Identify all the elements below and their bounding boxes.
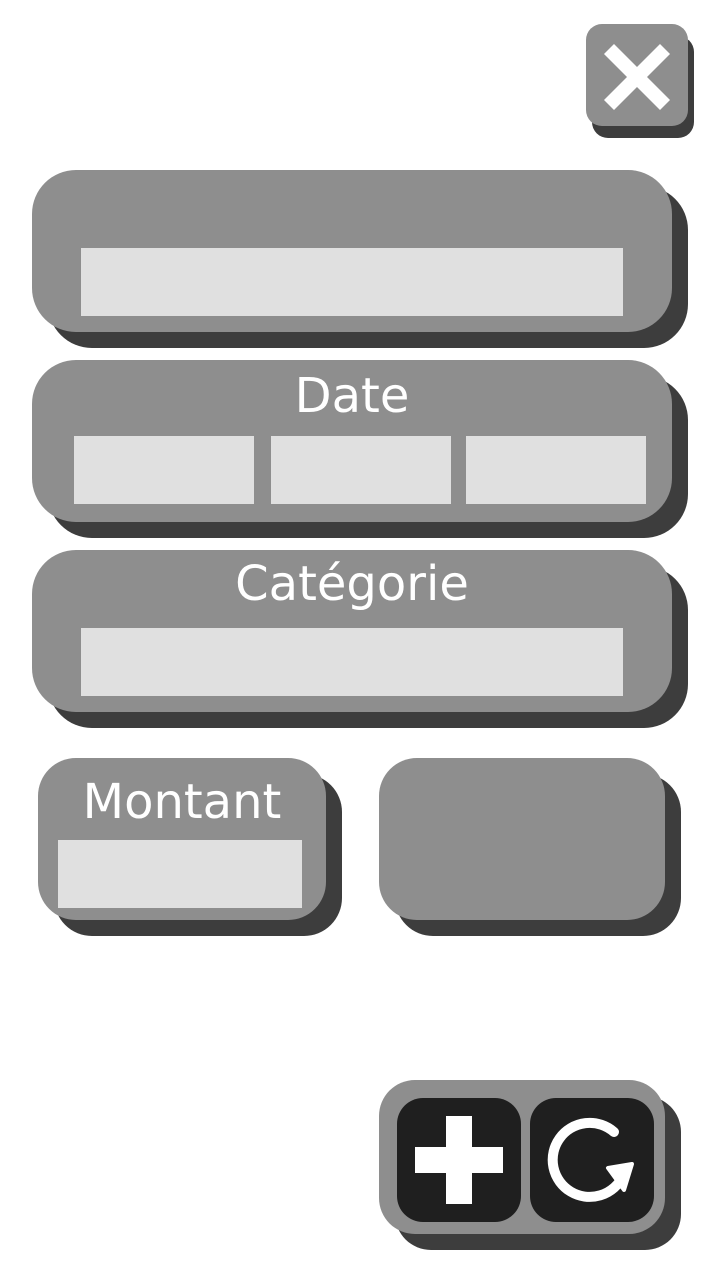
name-panel (32, 170, 672, 332)
amount-panel: Montant (38, 758, 326, 920)
date-day-input[interactable] (74, 436, 254, 504)
date-month-input[interactable] (271, 436, 451, 504)
category-panel: Catégorie (32, 550, 672, 712)
extra-panel (379, 758, 665, 920)
date-panel: Date (32, 360, 672, 522)
date-label: Date (294, 368, 410, 424)
date-year-input[interactable] (466, 436, 646, 504)
add-button[interactable] (397, 1098, 521, 1222)
refresh-icon (547, 1117, 634, 1202)
category-label: Catégorie (235, 556, 469, 612)
actions-panel (379, 1080, 665, 1234)
amount-label: Montant (82, 774, 282, 830)
close-icon (604, 44, 670, 110)
plus-icon (415, 1116, 503, 1204)
reset-button[interactable] (530, 1098, 654, 1222)
category-input[interactable] (81, 628, 623, 696)
amount-input[interactable] (58, 840, 302, 908)
close-button[interactable] (586, 24, 688, 126)
name-input[interactable] (81, 248, 623, 316)
